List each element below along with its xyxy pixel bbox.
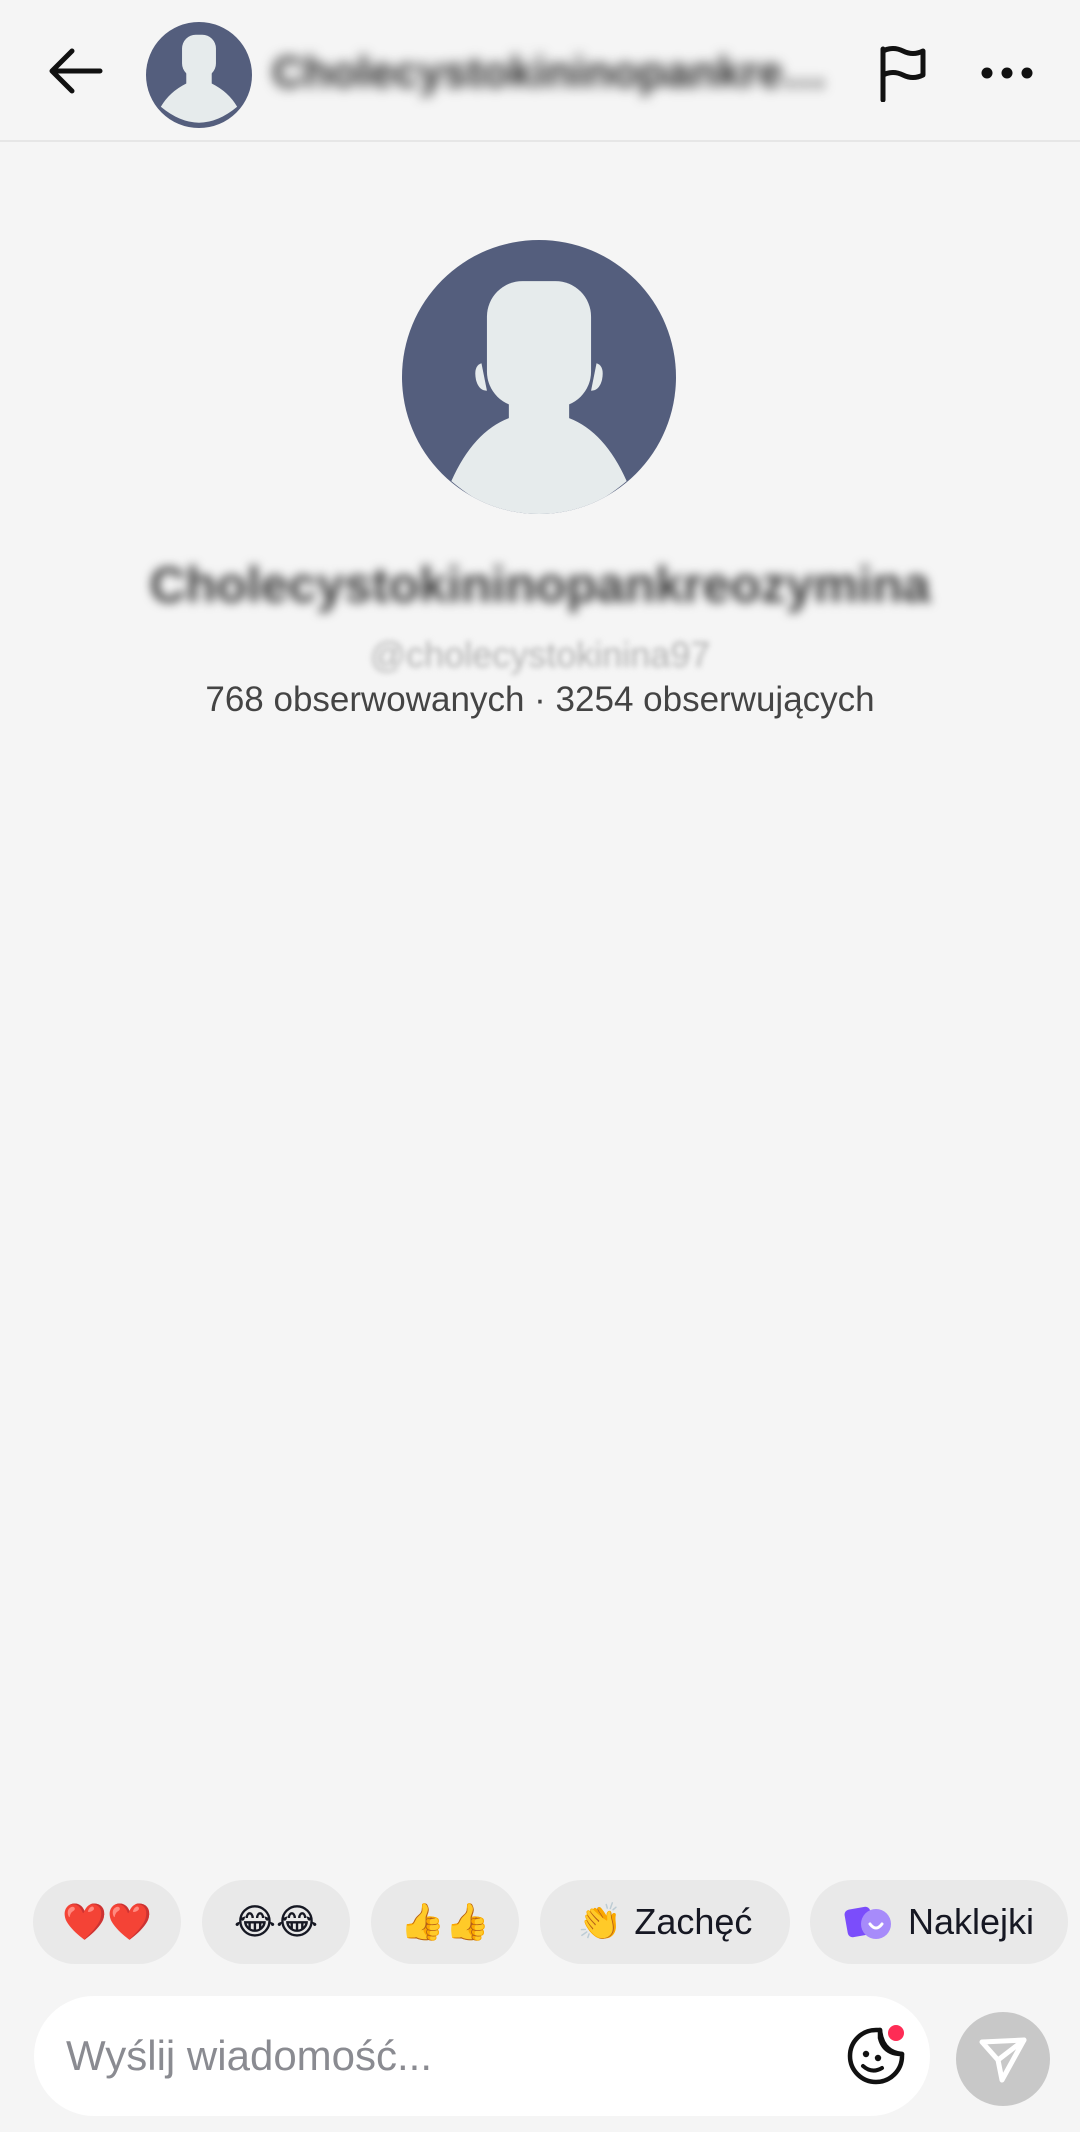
arrow-left-icon [49,48,103,94]
sticker-cards-icon [844,1906,891,1939]
send-button[interactable] [956,2012,1050,2106]
thumbs-up-icon: 👍👍 [400,1901,490,1942]
reaction-chip-hearts[interactable]: ❤️❤️ [33,1880,181,1964]
encourage-label: Zachęć [634,1901,753,1942]
profile-stats: 768 obserwowanych · 3254 obserwujących [205,680,875,719]
header-avatar[interactable] [146,22,252,128]
default-avatar-icon [146,22,252,128]
header-username[interactable]: Cholecystokininopankreo... [272,48,832,104]
flag-icon [880,46,926,102]
reaction-chip-laughs[interactable]: 😂😂 [202,1880,350,1964]
sticker-smile-icon [847,2025,905,2085]
encourage-button[interactable]: 👏 Zachęć [540,1880,790,1964]
default-avatar-icon [402,240,676,514]
report-button[interactable] [868,38,938,108]
message-input[interactable] [66,1996,826,2116]
chat-header: Cholecystokininopankreo... [0,0,1080,142]
stickers-button[interactable]: Naklejki [810,1880,1068,1964]
quick-reactions-bar: ❤️❤️ 😂😂 👍👍 👏 Zachęć Naklejki [0,1880,1080,1964]
profile-avatar[interactable] [402,240,676,514]
clapping-hand-icon: 👏 [577,1901,623,1942]
chat-screen: Cholecystokininopankreo... Cholecystokin… [0,0,1080,2132]
message-composer [34,1996,930,2116]
more-dots-icon [981,67,1033,79]
profile-handle: @cholecystokinina97 [369,634,711,675]
back-button[interactable] [40,36,110,106]
send-arrow-icon [979,2037,1027,2083]
profile-display-name: Cholecystokininopankreozymina [149,557,931,613]
stickers-label: Naklejki [907,1901,1035,1942]
reaction-chip-thumbs[interactable]: 👍👍 [371,1880,519,1964]
more-options-button[interactable] [972,38,1042,108]
sticker-button[interactable] [844,2024,908,2088]
laughing-face-icon: 😂😂 [233,1901,319,1942]
heart-icon: ❤️❤️ [62,1901,152,1942]
notification-dot [888,2025,904,2041]
